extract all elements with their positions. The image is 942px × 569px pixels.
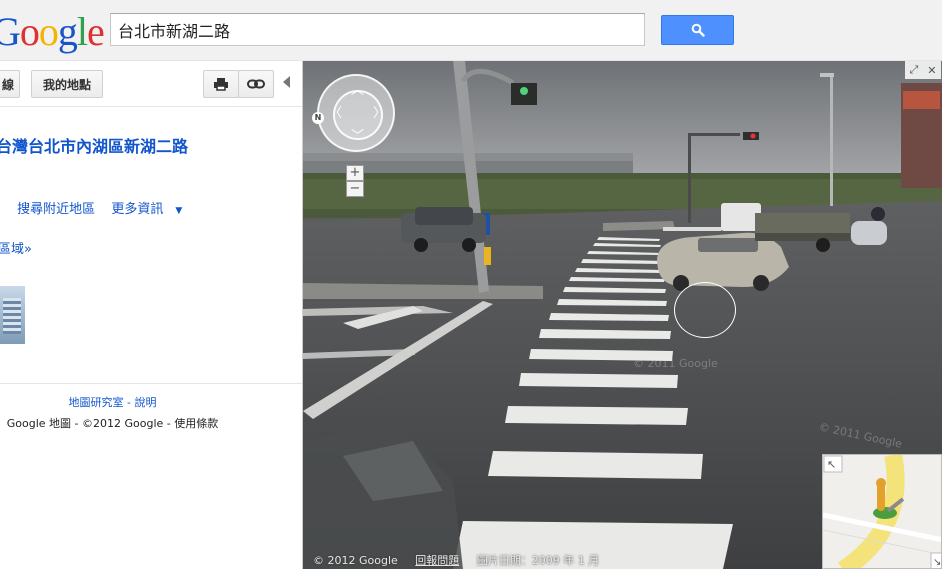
compass-north-badge[interactable]: N <box>312 112 324 124</box>
copyright-text: © 2012 Google <box>313 554 398 567</box>
footer-divider <box>0 383 302 384</box>
google-logo[interactable]: Google <box>0 10 105 54</box>
my-places-label: 我的地點 <box>42 77 91 92</box>
print-button[interactable] <box>203 70 239 98</box>
svg-text:↖: ↖ <box>827 458 836 471</box>
search-icon <box>691 23 705 37</box>
search-button[interactable] <box>661 15 734 45</box>
pan-control[interactable]: ︿ ﹀ 〈 〉 <box>317 74 395 152</box>
footer-links[interactable]: 地圖研究室 - 說明 <box>0 394 225 410</box>
link-icon <box>247 79 265 89</box>
street-view-panorama[interactable]: ︿ ﹀ 〈 〉 N + − ⤢ ✕ © 2011 Google © 2011 G… <box>303 61 942 569</box>
streetview-corner-controls: ⤢ ✕ <box>905 61 941 79</box>
place-actions: 劃 搜尋附近地區 更多資訊 ▼ <box>0 198 206 217</box>
pan-left-icon[interactable]: 〈 <box>329 107 342 120</box>
report-problem-link[interactable]: 回報問題 <box>415 554 459 567</box>
place-title[interactable]: 台灣台北市內湖區新湖二路 <box>0 133 188 157</box>
chevron-down-icon: ▼ <box>175 206 183 216</box>
my-places-button[interactable]: 我的地點 <box>31 70 103 98</box>
top-header: Google <box>0 0 942 61</box>
search-input[interactable] <box>110 13 645 46</box>
directions-button[interactable]: 線 <box>0 70 20 98</box>
panel-divider <box>0 106 302 107</box>
mini-map[interactable]: ↖ ↘ <box>822 454 942 569</box>
footer-copyright: Google 地圖 - ©2012 Google - 使用條款 <box>6 417 219 430</box>
expand-icon[interactable]: ⤢ <box>909 63 918 77</box>
zoom-out-button[interactable]: − <box>346 181 364 197</box>
watermark: © 2011 Google <box>633 357 718 370</box>
more-info-label: 更多資訊 <box>111 202 164 217</box>
action-more-info[interactable]: 更多資訊 ▼ <box>111 202 194 217</box>
action-directions[interactable]: 劃 <box>0 202 1 217</box>
street-view-cursor <box>674 282 736 338</box>
link-button[interactable] <box>238 70 274 98</box>
pan-right-icon[interactable]: 〉 <box>373 107 386 120</box>
place-photo-thumbnail[interactable] <box>0 286 25 344</box>
action-search-nearby[interactable]: 搜尋附近地區 <box>17 202 95 217</box>
pan-up-icon[interactable]: ︿ <box>351 84 364 97</box>
print-icon <box>214 78 228 91</box>
pan-down-icon[interactable]: ﹀ <box>351 130 364 143</box>
collapse-panel-icon[interactable] <box>283 76 290 88</box>
zoom-in-button[interactable]: + <box>346 165 364 181</box>
area-link[interactable]: 區域» <box>0 238 32 257</box>
left-panel: 線 我的地點 台灣台北市內湖區新湖二路 劃 搜尋附近地區 更多資訊 ▼ 區域» 地… <box>0 61 303 569</box>
close-icon[interactable]: ✕ <box>927 64 936 77</box>
streetview-footer: © 2012 Google 回報問題 圖片日期：2009 年 1 月 <box>313 552 613 568</box>
svg-text:↘: ↘ <box>933 557 941 568</box>
directions-button-label: 線 <box>1 77 14 92</box>
mini-map-graphic: ↖ ↘ <box>823 455 941 568</box>
image-date: 圖片日期：2009 年 1 月 <box>476 554 600 567</box>
